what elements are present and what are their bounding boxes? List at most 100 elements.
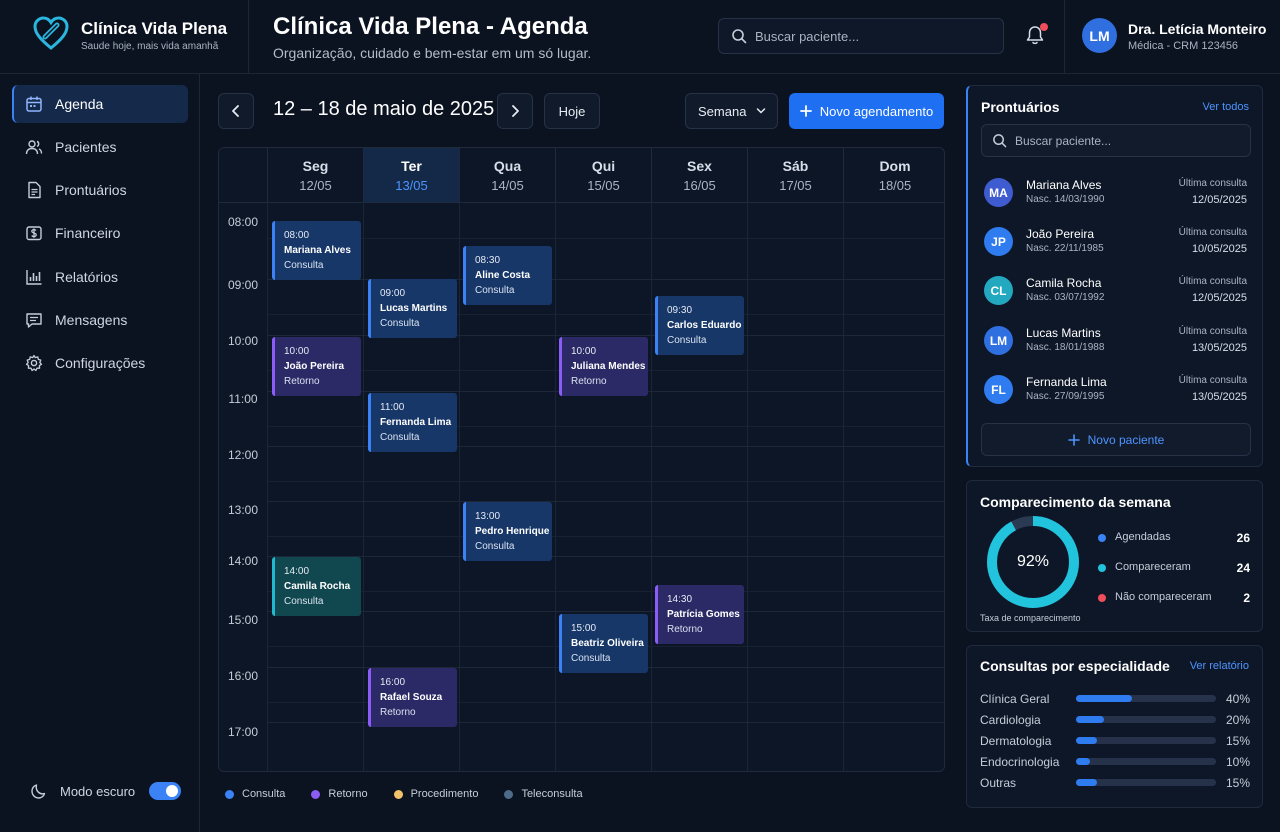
appointment-type: Consulta bbox=[475, 541, 515, 552]
day-name: Sáb bbox=[782, 158, 809, 174]
next-week-button[interactable] bbox=[497, 93, 533, 129]
appointment-patient: Camila Rocha bbox=[284, 581, 351, 592]
legend-label: Consulta bbox=[242, 788, 286, 800]
sidebar-item-label: Relatórios bbox=[55, 269, 119, 285]
chevron-left-icon bbox=[231, 105, 241, 117]
appointment-type: Consulta bbox=[380, 318, 420, 329]
appointment-card[interactable]: 15:00 Beatriz Oliveira Consulta bbox=[559, 614, 648, 673]
patient-name: Camila Rocha bbox=[1026, 276, 1102, 290]
file-icon bbox=[25, 181, 43, 199]
message-icon bbox=[25, 311, 43, 329]
legend-item: Retorno bbox=[311, 788, 368, 800]
appointment-card[interactable]: 11:00 Fernanda Lima Consulta bbox=[368, 393, 457, 452]
appointment-time: 09:30 bbox=[667, 305, 693, 316]
prev-week-button[interactable] bbox=[218, 93, 254, 129]
patient-row[interactable]: FL Fernanda Lima Nasc. 27/09/1995 Última co… bbox=[968, 371, 1263, 415]
day-date: 16/05 bbox=[683, 178, 716, 193]
patient-row[interactable]: LM Lucas Martins Nasc. 18/01/1988 Última co… bbox=[968, 322, 1263, 366]
specialty-percent: 15% bbox=[1225, 734, 1250, 748]
view-report-link[interactable]: Ver relatório bbox=[1190, 660, 1249, 672]
specialty-row: Cardiologia 20% bbox=[980, 713, 1250, 727]
legend-item: Teleconsulta bbox=[504, 788, 583, 800]
specialty-bar bbox=[1076, 779, 1216, 786]
sidebar: Agenda Pacientes Prontuários Financeiro … bbox=[0, 74, 200, 832]
new-appointment-button[interactable]: Novo agendamento bbox=[789, 93, 944, 129]
attendance-title: Comparecimento da semana bbox=[980, 494, 1171, 510]
sidebar-item-financeiro[interactable]: Financeiro bbox=[12, 214, 188, 252]
patient-row[interactable]: JP João Pereira Nasc. 22/11/1985 Última con… bbox=[968, 223, 1263, 267]
sidebar-item-configuracoes[interactable]: Configurações bbox=[12, 344, 188, 382]
sidebar-item-label: Financeiro bbox=[55, 225, 121, 241]
patient-search[interactable] bbox=[981, 124, 1251, 157]
specialties-title: Consultas por especialidade bbox=[980, 658, 1170, 674]
time-label: 12:00 bbox=[227, 448, 259, 462]
sidebar-item-mensagens[interactable]: Mensagens bbox=[12, 301, 188, 339]
day-date: 15/05 bbox=[587, 178, 620, 193]
last-visit-date: 12/05/2025 bbox=[1191, 194, 1247, 206]
day-header-mon[interactable]: Seg 12/05 bbox=[267, 148, 363, 203]
patient-search-input[interactable] bbox=[1015, 125, 1245, 156]
day-header-fri[interactable]: Sex 16/05 bbox=[651, 148, 747, 203]
legend-item: Consulta bbox=[225, 788, 285, 800]
specialty-percent: 40% bbox=[1225, 692, 1250, 706]
specialty-bar-fill bbox=[1076, 779, 1097, 786]
sidebar-item-relatorios[interactable]: Relatórios bbox=[12, 258, 188, 296]
specialty-bar bbox=[1076, 716, 1216, 723]
appointment-card[interactable]: 08:30 Aline Costa Consulta bbox=[463, 246, 552, 305]
appointment-card[interactable]: 14:30 Patrícia Gomes Retorno bbox=[655, 585, 744, 644]
last-visit-label: Última consulta bbox=[1178, 326, 1247, 337]
avatar: MA bbox=[984, 178, 1013, 207]
today-button[interactable]: Hoje bbox=[544, 93, 600, 129]
specialty-name: Clínica Geral bbox=[980, 692, 1050, 706]
search-icon bbox=[731, 28, 747, 44]
notifications-button[interactable] bbox=[1025, 23, 1048, 51]
stat-dot bbox=[1098, 534, 1106, 542]
appointment-card[interactable]: 09:00 Lucas Martins Consulta bbox=[368, 279, 457, 338]
day-header-sun[interactable]: Dom 18/05 bbox=[843, 148, 944, 203]
sidebar-item-prontuarios[interactable]: Prontuários bbox=[12, 171, 188, 209]
appointment-patient: Carlos Eduardo bbox=[667, 320, 742, 331]
brand-slogan: Saude hoje, mais vida amanhã bbox=[81, 41, 219, 52]
patient-row[interactable]: MA Mariana Alves Nasc. 14/03/1990 Última co… bbox=[968, 174, 1263, 218]
appointment-time: 14:00 bbox=[284, 566, 310, 577]
week-calendar: Seg 12/05 Ter 13/05 Qua 14/05 Qui 15/05 Sex 1… bbox=[218, 147, 945, 772]
chevron-right-icon bbox=[510, 105, 520, 117]
view-select[interactable]: Semana bbox=[685, 93, 778, 129]
day-header-sat[interactable]: Sáb 17/05 bbox=[747, 148, 843, 203]
search-input[interactable] bbox=[755, 19, 995, 53]
plus-icon bbox=[799, 105, 812, 117]
appointment-type: Retorno bbox=[571, 376, 607, 387]
day-header-tue[interactable]: Ter 13/05 bbox=[363, 148, 459, 203]
day-name: Sex bbox=[687, 158, 712, 174]
grid-line bbox=[268, 556, 944, 557]
appointment-patient: Rafael Souza bbox=[380, 692, 443, 703]
appointment-card[interactable]: 10:00 Juliana Mendes Retorno bbox=[559, 337, 648, 396]
sidebar-item-label: Prontuários bbox=[55, 182, 127, 198]
brand[interactable]: Clínica Vida Plena Saude hoje, mais vida… bbox=[0, 0, 249, 74]
patient-row[interactable]: CL Camila Rocha Nasc. 03/07/1992 Última con… bbox=[968, 272, 1263, 316]
appointment-card[interactable]: 14:00 Camila Rocha Consulta bbox=[272, 557, 361, 616]
dark-mode-toggle[interactable] bbox=[149, 782, 181, 800]
day-date: 18/05 bbox=[878, 178, 912, 193]
user-profile[interactable]: LM Dra. Letícia Monteiro Médica - CRM 12… bbox=[1064, 0, 1280, 74]
sidebar-item-agenda[interactable]: Agenda bbox=[12, 85, 188, 123]
view-all-link[interactable]: Ver todos bbox=[1203, 101, 1249, 113]
sidebar-item-pacientes[interactable]: Pacientes bbox=[12, 128, 188, 166]
day-header-thu[interactable]: Qui 15/05 bbox=[555, 148, 651, 203]
stat-dot bbox=[1098, 564, 1106, 572]
day-header-wed[interactable]: Qua 14/05 bbox=[459, 148, 555, 203]
header-search[interactable] bbox=[718, 18, 1004, 54]
grid-line bbox=[267, 203, 268, 771]
new-patient-button[interactable]: Novo paciente bbox=[981, 423, 1251, 456]
appointment-card[interactable]: 10:00 João Pereira Retorno bbox=[272, 337, 361, 396]
appointment-card[interactable]: 16:00 Rafael Souza Retorno bbox=[368, 668, 457, 727]
appointment-time: 09:00 bbox=[380, 288, 406, 299]
appointment-card[interactable]: 08:00 Mariana Alves Consulta bbox=[272, 221, 361, 280]
appointment-card[interactable]: 13:00 Pedro Henrique Consulta bbox=[463, 502, 552, 561]
patient-birth: Nasc. 14/03/1990 bbox=[1026, 194, 1105, 205]
specialty-percent: 20% bbox=[1225, 713, 1250, 727]
appointment-type: Retorno bbox=[667, 624, 703, 635]
appointment-card[interactable]: 09:30 Carlos Eduardo Consulta bbox=[655, 296, 744, 355]
appointment-type: Consulta bbox=[475, 285, 515, 296]
day-name: Dom bbox=[879, 158, 911, 174]
